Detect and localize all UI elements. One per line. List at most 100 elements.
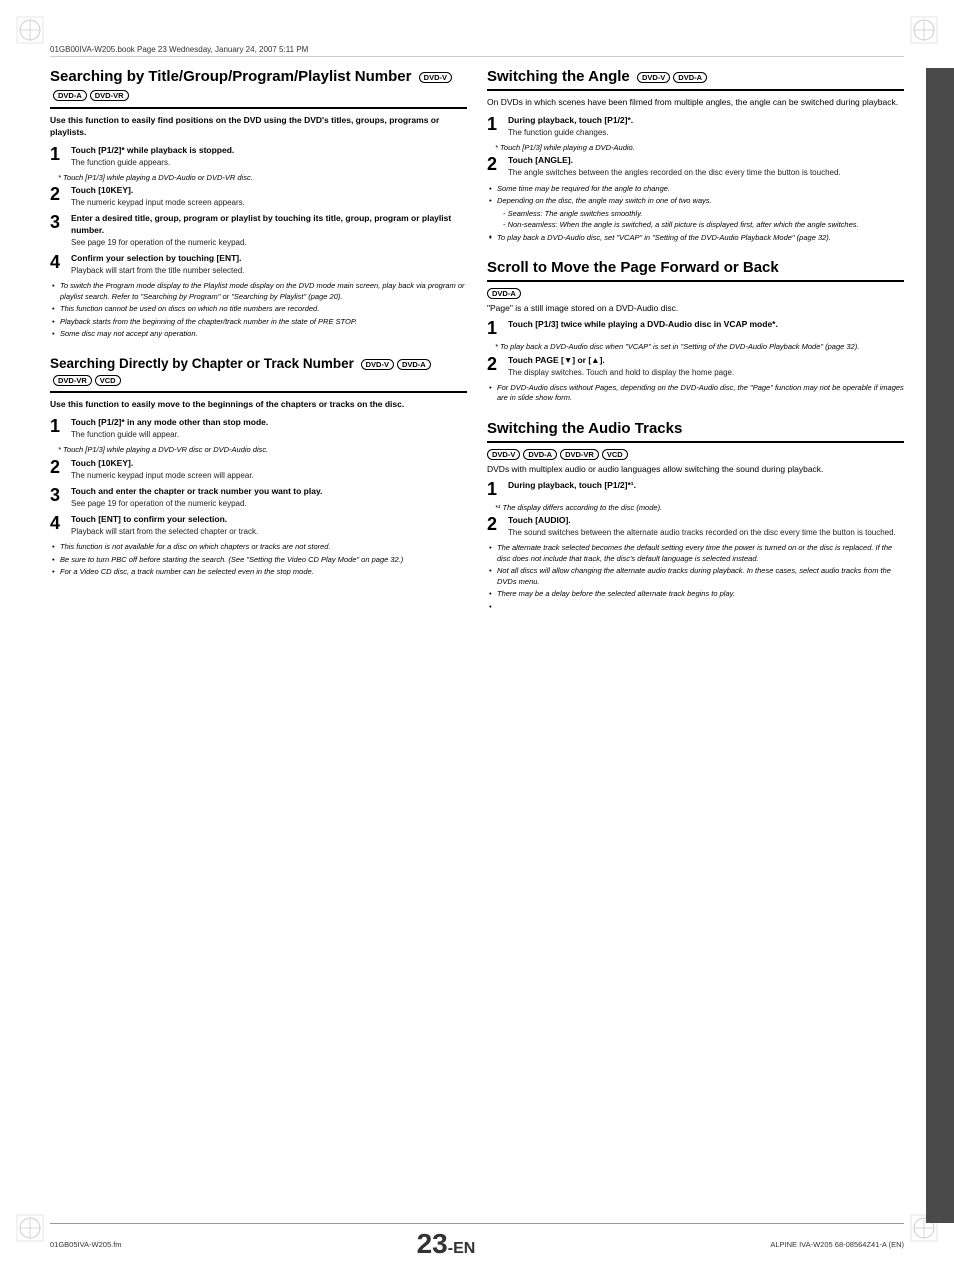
footer: 01GB05IVA-W205.fm 23-EN ALPINE IVA-W205 … (50, 1223, 904, 1260)
bullet-4: Some disc may not accept any operation. (50, 329, 467, 340)
step-desc: The numeric keypad input mode screen app… (71, 197, 467, 208)
step-2-4: 4 Touch [ENT] to confirm your selection.… (50, 514, 467, 537)
bullet-a-extra: To play back a DVD-Audio disc, set "VCAP… (487, 233, 904, 244)
badge-dvda-a: DVD-A (673, 72, 707, 83)
sub-bullet-a-1: - Seamless: The angle switches smoothly. (487, 209, 904, 220)
bullet-2: This function cannot be used on discs on… (50, 304, 467, 315)
footer-center: 23-EN (417, 1228, 476, 1260)
badge-dvdvr-2: DVD-VR (53, 375, 92, 386)
main-content: Searching by Title/Group/Program/Playlis… (50, 68, 904, 1223)
step-au-2: 2 Touch [AUDIO]. The sound switches betw… (487, 515, 904, 538)
intro-text-2: Use this function to easily move to the … (50, 399, 467, 411)
section-searching-chapter: Searching Directly by Chapter or Track N… (50, 356, 467, 580)
header-filename: 01GB00IVA-W205.book Page 23 Wednesday, J… (50, 45, 308, 54)
section-title-scroll: Scroll to Move the Page Forward or Back (487, 259, 904, 282)
step-desc: The function guide changes. (508, 127, 904, 138)
intro-text-1: Use this function to easily find positio… (50, 115, 467, 139)
bullet-au-3: There may be a delay before the selected… (487, 589, 904, 600)
step-title: During playback, touch [P1/2]*¹. (508, 480, 904, 492)
header-bar: 01GB00IVA-W205.book Page 23 Wednesday, J… (50, 45, 904, 57)
step-title: Touch [ANGLE]. (508, 155, 904, 167)
step-desc: The function guide will appear. (71, 429, 467, 440)
step-desc: Playback will start from the title numbe… (71, 265, 467, 276)
step-desc: The numeric keypad input mode screen wil… (71, 470, 467, 481)
step-title: Touch [P1/2]* in any mode other than sto… (71, 417, 467, 429)
badge-dvda-scroll: DVD-A (487, 288, 521, 299)
right-column: Switching the Angle DVD-VDVD-A On DVDs i… (487, 68, 904, 1223)
badge-dvda-1: DVD-A (53, 90, 87, 101)
step-1-4: 4 Confirm your selection by touching [EN… (50, 253, 467, 276)
step-desc: Playback will start from the selected ch… (71, 526, 467, 537)
step-title: During playback, touch [P1/2]*. (508, 115, 904, 127)
audio-intro: DVDs with multiplex audio or audio langu… (487, 464, 904, 474)
note-1: * Touch [P1/3] while playing a DVD-Audio… (50, 173, 467, 184)
step-title: Confirm your selection by touching [ENT]… (71, 253, 467, 265)
section-title-searching-chapter: Searching Directly by Chapter or Track N… (50, 356, 467, 393)
dark-band (926, 68, 954, 1223)
sub-bullet-a-2: - Non-seamless: When the angle is switch… (487, 220, 904, 231)
section-title-searching-title: Searching by Title/Group/Program/Playlis… (50, 68, 467, 109)
left-column: Searching by Title/Group/Program/Playlis… (50, 68, 467, 1223)
step-2-1: 1 Touch [P1/2]* in any mode other than s… (50, 417, 467, 440)
badge-dvda-2: DVD-A (397, 359, 431, 370)
step-desc: The function guide appears. (71, 157, 467, 168)
corner-mark-tl (15, 15, 45, 45)
intro-text-angle: On DVDs in which scenes have been filmed… (487, 97, 904, 109)
bullet-3: Playback starts from the beginning of th… (50, 317, 467, 328)
badge-dvdvr-audio: DVD-VR (560, 449, 599, 460)
step-au-1: 1 During playback, touch [P1/2]*¹. (487, 480, 904, 498)
footer-left: 01GB05IVA-W205.fm (50, 1240, 122, 1249)
step-title: Touch [P1/2]* while playback is stopped. (71, 145, 467, 157)
section-searching-title: Searching by Title/Group/Program/Playlis… (50, 68, 467, 342)
bullet-s2-1: This function is not available for a dis… (50, 542, 467, 553)
footer-right: ALPINE IVA-W205 68-08564Z41-A (EN) (770, 1240, 904, 1249)
step-a-2: 2 Touch [ANGLE]. The angle switches betw… (487, 155, 904, 178)
step-desc: The display switches. Touch and hold to … (508, 367, 904, 378)
step-a-1: 1 During playback, touch [P1/2]*. The fu… (487, 115, 904, 138)
page: 01GB00IVA-W205.book Page 23 Wednesday, J… (0, 0, 954, 1278)
bullet-a-2: Depending on the disc, the angle may swi… (487, 196, 904, 207)
step-title: Touch PAGE [▼] or [▲]. (508, 355, 904, 367)
badge-dvdv-2: DVD-V (361, 359, 394, 370)
bullet-scroll-1: For DVD-Audio discs without Pages, depen… (487, 383, 904, 404)
bullet-a-1: Some time may be required for the angle … (487, 184, 904, 195)
badge-dvdv-a: DVD-V (637, 72, 670, 83)
note-scroll-1: * To play back a DVD-Audio disc when "VC… (487, 342, 904, 353)
badge-dvdv-audio: DVD-V (487, 449, 520, 460)
bullet-au-1: The alternate track selected becomes the… (487, 543, 904, 564)
step-1-3: 3 Enter a desired title, group, program … (50, 213, 467, 248)
step-s-2: 2 Touch PAGE [▼] or [▲]. The display swi… (487, 355, 904, 378)
step-title: Touch [P1/3] twice while playing a DVD-A… (508, 319, 904, 331)
step-desc: See page 19 for operation of the numeric… (71, 498, 467, 509)
scroll-intro: "Page" is a still image stored on a DVD-… (487, 303, 904, 313)
bullet-au-2: Not all discs will allow changing the al… (487, 566, 904, 587)
note-angle-1: * Touch [P1/3] while playing a DVD-Audio… (487, 143, 904, 154)
bullet-s2-2: Be sure to turn PBC off before starting … (50, 555, 467, 566)
bullet-1: To switch the Program mode display to th… (50, 281, 467, 302)
badge-dvdvr-1: DVD-VR (90, 90, 129, 101)
step-title: Touch and enter the chapter or track num… (71, 486, 467, 498)
step-title: Touch [10KEY]. (71, 458, 467, 470)
step-desc: See page 19 for operation of the numeric… (71, 237, 467, 248)
bullet-s2-3: For a Video CD disc, a track number can … (50, 567, 467, 578)
step-2-3: 3 Touch and enter the chapter or track n… (50, 486, 467, 509)
badge-dvda-audio: DVD-A (523, 449, 557, 460)
section-scroll: Scroll to Move the Page Forward or Back … (487, 259, 904, 406)
section-angle: Switching the Angle DVD-VDVD-A On DVDs i… (487, 68, 904, 245)
page-number: 23 (417, 1228, 448, 1260)
step-desc: The angle switches between the angles re… (508, 167, 904, 178)
section-badges-angle: DVD-VDVD-A (634, 68, 707, 85)
step-title: Touch [AUDIO]. (508, 515, 904, 527)
step-title: Touch [ENT] to confirm your selection. (71, 514, 467, 526)
badge-vcd-audio: VCD (602, 449, 628, 460)
page-num-en: -EN (448, 1240, 476, 1257)
section-title-audio: Switching the Audio Tracks (487, 420, 904, 443)
step-desc: The sound switches between the alternate… (508, 527, 904, 538)
section-title-angle: Switching the Angle DVD-VDVD-A (487, 68, 904, 91)
note-2: * Touch [P1/3] while playing a DVD-VR di… (50, 445, 467, 456)
corner-mark-bl (15, 1213, 45, 1243)
note-audio-1: *¹ The display differs according to the … (487, 503, 904, 514)
badge-vcd-2: VCD (95, 375, 121, 386)
badge-dvdv-1: DVD-V (419, 72, 452, 83)
section-audio: Switching the Audio Tracks DVD-VDVD-ADVD… (487, 420, 904, 602)
